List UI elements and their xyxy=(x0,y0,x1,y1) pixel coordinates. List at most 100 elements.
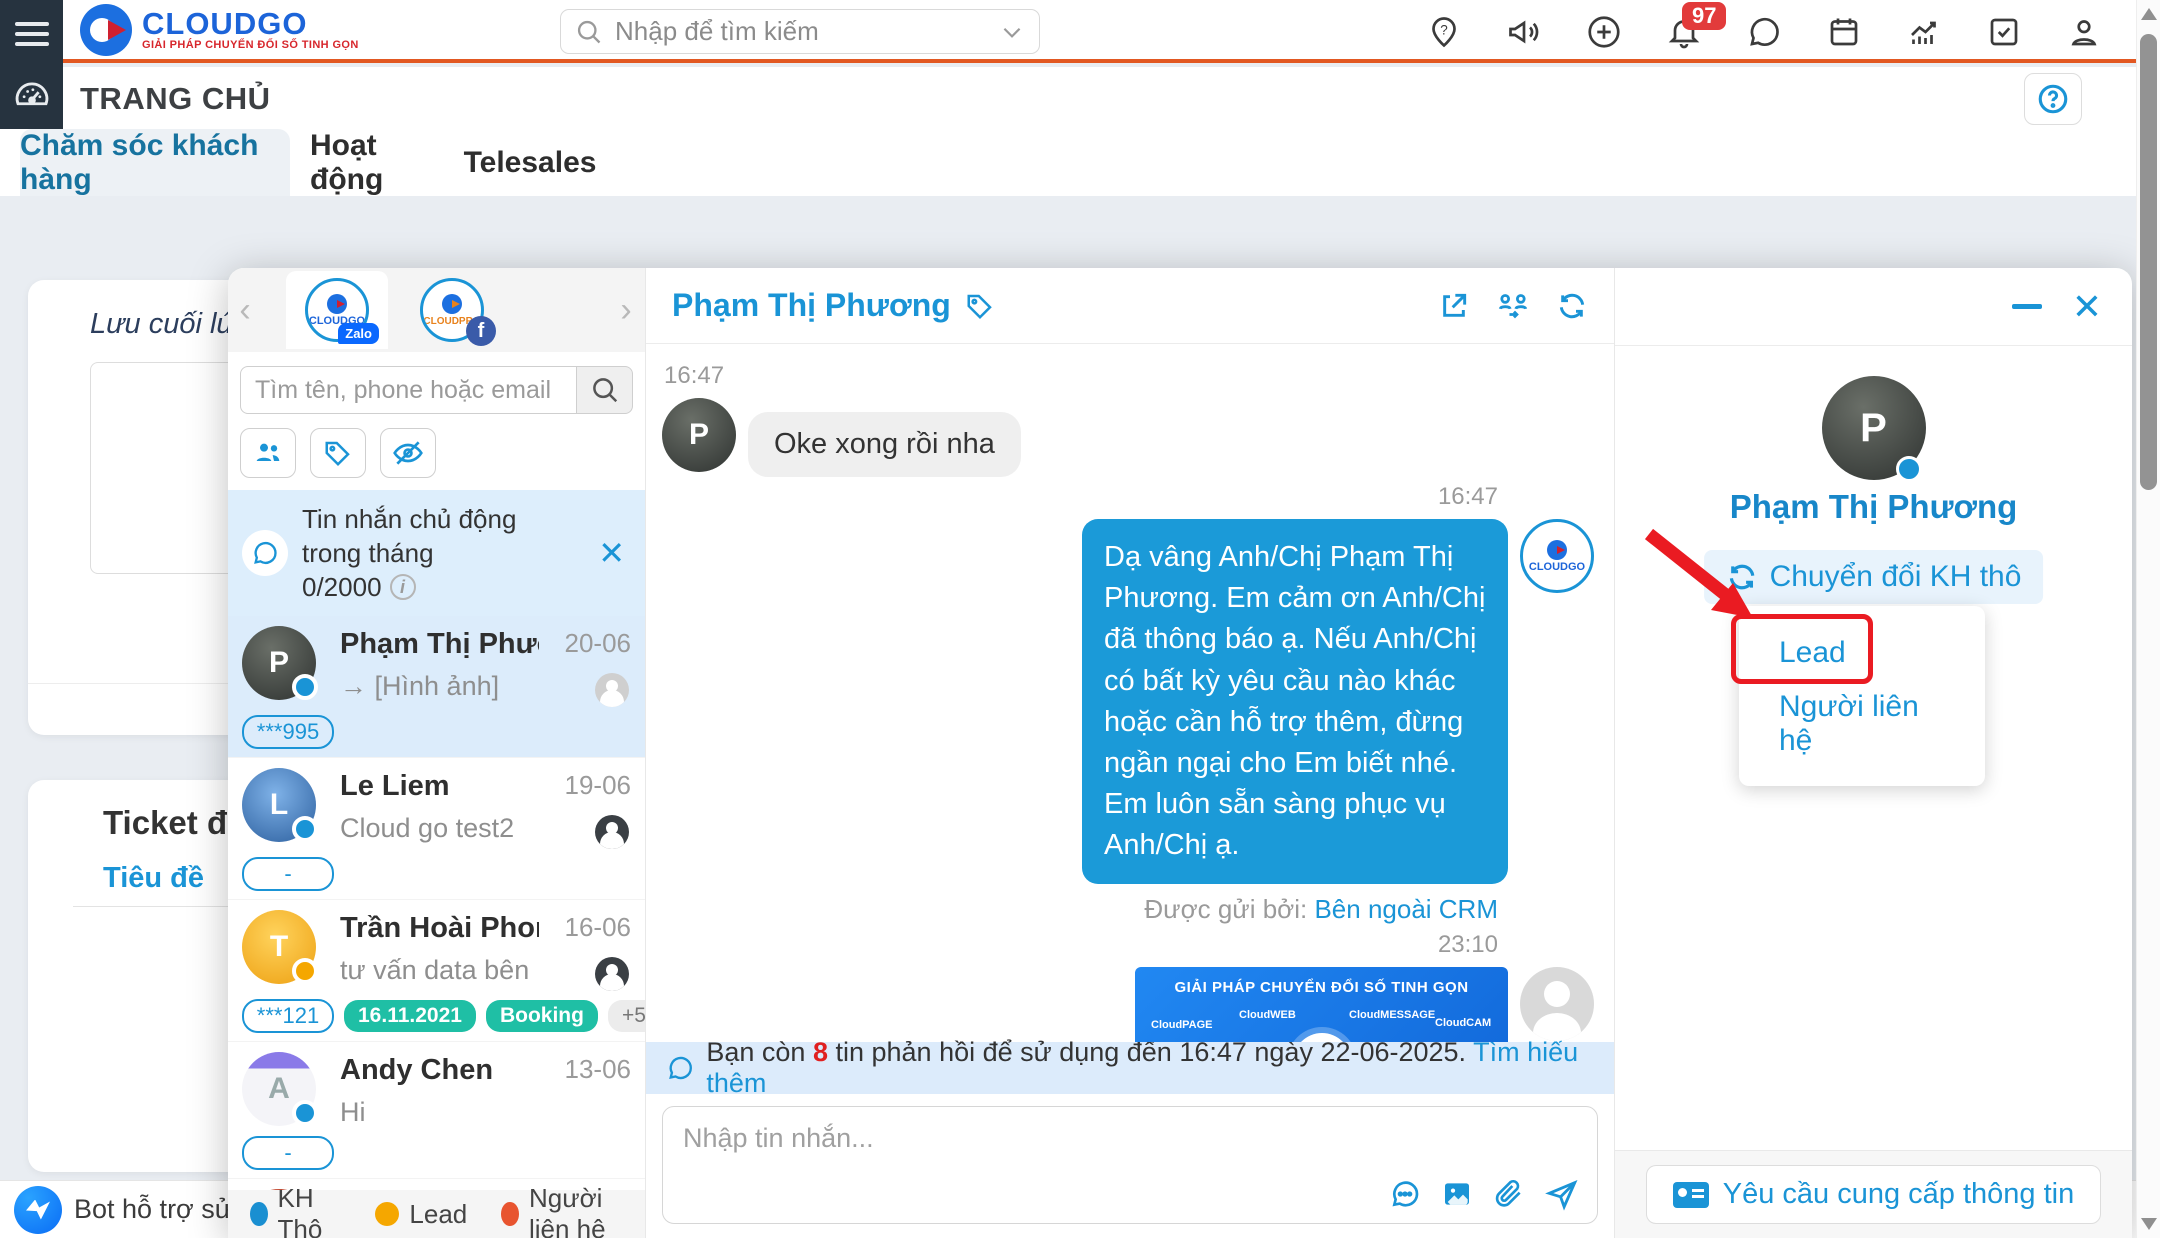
transfer-conversation-icon[interactable] xyxy=(1496,289,1530,323)
convert-kh-tho-button[interactable]: Chuyển đổi KH thô xyxy=(1704,550,2044,604)
conversation-name: Trần Hoài Phong xyxy=(340,912,539,945)
chat-icon[interactable] xyxy=(1744,12,1784,52)
tab-telesales[interactable]: Telesales xyxy=(470,129,590,196)
status-dot-kh-tho xyxy=(292,674,318,700)
ticket-column-header[interactable]: Tiêu đề xyxy=(103,862,204,895)
status-dot-kh-tho xyxy=(292,1100,318,1126)
scroll-up-icon[interactable] xyxy=(2141,8,2157,20)
dropdown-option-nguoi-lien-he[interactable]: Người liên hệ xyxy=(1739,680,1985,768)
reports-icon[interactable] xyxy=(1904,12,1944,52)
conversation-date: 16-06 xyxy=(539,912,631,943)
outgoing-message: Dạ vâng Anh/Chị Phạm Thị Phương. Em cảm … xyxy=(1082,519,1508,884)
chat-contact-name[interactable]: Phạm Thị Phương xyxy=(672,287,951,324)
profile-panel: ✕ P Phạm Thị Phương Chuyển đổi KH thô Le… xyxy=(1615,268,2132,1238)
global-search[interactable] xyxy=(560,9,1040,54)
menu-icon[interactable] xyxy=(15,16,49,52)
conversation-list: P Phạm Thị Phương → [Hình ảnh] 20-06 ***… xyxy=(228,616,645,1190)
conversation-item[interactable]: P Phạm Thị Phương → [Hình ảnh] 20-06 ***… xyxy=(228,616,645,758)
chat-bubble-icon xyxy=(242,530,288,576)
search-icon xyxy=(575,18,603,46)
proactive-message-banner: Tin nhắn chủ động trong tháng 0/2000 i ✕ xyxy=(228,490,645,616)
assignee-avatar xyxy=(595,815,629,849)
tasks-icon[interactable] xyxy=(1984,12,2024,52)
filter-buttons xyxy=(228,420,645,490)
conversation-item[interactable]: A Andy Chen Hi 13-06 - xyxy=(228,1042,645,1179)
quota-bar: Bạn còn 8 tin phản hồi để sử dụng đến 16… xyxy=(646,1042,1614,1094)
add-icon[interactable] xyxy=(1584,12,1624,52)
contact-avatar: P xyxy=(662,398,736,472)
legend-label: Lead xyxy=(409,1199,467,1230)
open-external-icon[interactable] xyxy=(1438,290,1470,322)
conversation-preview: tư vấn data bên xyxy=(340,955,539,986)
minimize-icon[interactable] xyxy=(2012,304,2042,309)
status-dot-lead xyxy=(292,958,318,984)
messenger-icon[interactable] xyxy=(14,1186,62,1234)
conversation-name: Andy Chen xyxy=(340,1054,539,1087)
top-bar: CLOUDGO GIẢI PHÁP CHUYỂN ĐỔI SỐ TINH GỌN… xyxy=(0,0,2160,63)
refresh-icon[interactable] xyxy=(1556,290,1588,322)
message-panel: Phạm Thị Phương 16:47 P xyxy=(646,268,1615,1238)
assignee-avatar xyxy=(595,673,629,707)
notifications-icon[interactable]: 97 xyxy=(1664,12,1704,52)
conversation-date: 13-06 xyxy=(539,1054,631,1085)
tabs-row: Chăm sóc khách hàng Hoạt động Telesales xyxy=(0,129,2160,196)
profile-panel-body: P Phạm Thị Phương Chuyển đổi KH thô Lead… xyxy=(1615,346,2132,1150)
close-banner-icon[interactable]: ✕ xyxy=(592,534,631,572)
tag-icon[interactable] xyxy=(965,291,995,321)
zalo-badge: Zalo xyxy=(338,323,379,344)
legend-dot-kh-tho xyxy=(250,1202,268,1226)
megaphone-icon[interactable] xyxy=(1504,12,1544,52)
profile-status-dot xyxy=(1896,456,1922,482)
tag-chip[interactable]: Booking xyxy=(486,1000,598,1032)
tab-hoat-dong[interactable]: Hoạt động xyxy=(310,129,440,196)
request-info-button[interactable]: Yêu cầu cung cấp thông tin xyxy=(1646,1165,2101,1224)
svg-text:?: ? xyxy=(1440,22,1448,37)
scroll-down-icon[interactable] xyxy=(2141,1218,2157,1230)
legend-dot-nguoi-lien-he xyxy=(501,1202,519,1226)
send-icon[interactable] xyxy=(1545,1177,1579,1211)
quick-reply-icon[interactable] xyxy=(1389,1178,1421,1210)
channel-cloudgo-zalo[interactable]: CLOUDGO Zalo xyxy=(286,271,388,349)
message-timestamp: 16:47 xyxy=(664,362,1594,390)
message-history[interactable]: 16:47 P Oke xong rồi nha 16:47 Dạ vâng A… xyxy=(646,344,1614,1042)
channels-prev-icon[interactable]: ‹ xyxy=(228,291,262,330)
proactive-banner-count: 0/2000 xyxy=(302,570,382,604)
tag-chip[interactable]: 16.11.2021 xyxy=(344,1000,476,1032)
contact-search-input[interactable] xyxy=(255,376,562,405)
filter-tag-button[interactable] xyxy=(310,428,366,478)
message-timestamp: 16:47 xyxy=(664,483,1498,511)
profile-icon[interactable] xyxy=(2064,12,2104,52)
channel-cloudpro-facebook[interactable]: CLOUDPRO f xyxy=(420,278,484,342)
close-icon[interactable]: ✕ xyxy=(2072,292,2102,322)
attachment-icon[interactable] xyxy=(1493,1178,1525,1210)
tab-cham-soc-khach-hang[interactable]: Chăm sóc khách hàng xyxy=(20,129,290,196)
channels-next-icon[interactable]: › xyxy=(609,291,643,330)
image-attach-icon[interactable] xyxy=(1441,1178,1473,1210)
calendar-icon[interactable] xyxy=(1824,12,1864,52)
location-icon[interactable]: ? xyxy=(1424,12,1464,52)
app-root: CLOUDGO GIẢI PHÁP CHUYỂN ĐỔI SỐ TINH GỌN… xyxy=(0,0,2160,1238)
conversation-item[interactable]: 4 4256164741542484909 hello em 12-06 - xyxy=(228,1179,645,1190)
help-button[interactable] xyxy=(2024,73,2082,125)
conversation-list-panel: ‹ CLOUDGO Zalo CLOUDPRO f xyxy=(228,268,646,1238)
more-tags-chip[interactable]: +5 xyxy=(608,1000,645,1032)
scrollbar-thumb[interactable] xyxy=(2140,34,2157,490)
contact-search-button[interactable] xyxy=(577,366,633,414)
image-message[interactable]: GIẢI PHÁP CHUYỂN ĐỔI SỐ TINH GỌN CLOUDGO… xyxy=(1135,967,1508,1042)
cloudgo-logo[interactable]: CLOUDGO GIẢI PHÁP CHUYỂN ĐỔI SỐ TINH GỌN xyxy=(80,4,359,56)
conversation-item[interactable]: T Trần Hoài Phong tư vấn data bên 16-06 … xyxy=(228,900,645,1042)
phone-pill: ***995 xyxy=(242,715,334,749)
phone-pill: - xyxy=(242,857,334,891)
page-scrollbar[interactable] xyxy=(2136,0,2160,1238)
legend-label: Người liên hệ xyxy=(529,1183,645,1238)
dropdown-option-lead[interactable]: Lead xyxy=(1739,626,1985,680)
filter-hidden-button[interactable] xyxy=(380,428,436,478)
info-icon[interactable]: i xyxy=(390,574,416,600)
filter-contacts-button[interactable] xyxy=(240,428,296,478)
chevron-down-icon[interactable] xyxy=(999,19,1025,45)
phone-pill: ***121 xyxy=(242,999,334,1033)
global-search-input[interactable] xyxy=(615,16,987,47)
dashboard-icon[interactable] xyxy=(11,74,53,116)
sent-by-source[interactable]: Bên ngoài CRM xyxy=(1314,894,1498,924)
conversation-item[interactable]: L Le Liem Cloud go test2 19-06 - xyxy=(228,758,645,900)
